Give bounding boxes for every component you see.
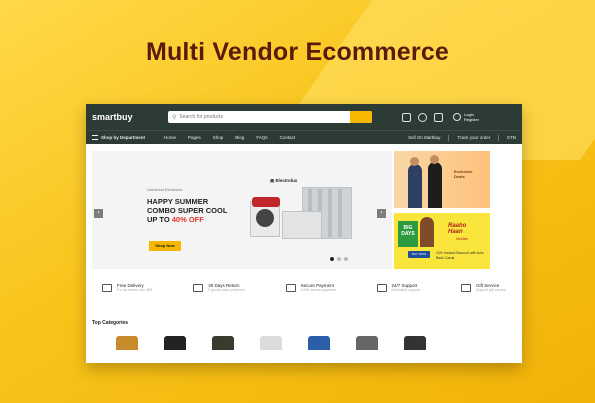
nav-divider [498, 134, 500, 141]
services-row: Free Delivery For all orders over $99 30 … [86, 283, 522, 292]
banner-brand-line2: Haan [448, 229, 463, 235]
category-thumb[interactable] [308, 336, 330, 350]
hero-discount: 40% OFF [171, 215, 204, 224]
service-free-delivery: Free Delivery For all orders over $99 [102, 283, 152, 292]
side-banner-top[interactable]: Exclusive Deals [394, 151, 490, 208]
store-topbar: smartbuy ⚲ Login Register [86, 104, 522, 130]
department-label: Shop by Department [101, 135, 146, 140]
page-headline: Multi Vendor Ecommerce [145, 38, 450, 66]
side-banner-bottom[interactable]: BIG DAYS Raaho Haan Mobiles BUY NOW 10% … [394, 213, 490, 269]
compare-icon[interactable] [402, 112, 411, 122]
model-figure [428, 162, 442, 208]
side-banner-top-text: Exclusive Deals [454, 169, 473, 179]
service-gift: Gift Service Support gift service [460, 283, 506, 292]
hero-section: ‹ › Universal Electronic HAPPY SUMMER CO… [86, 151, 522, 269]
banner-sub: Mobiles [456, 237, 469, 241]
store-screenshot: smartbuy ⚲ Login Register Shop by Depart… [86, 104, 522, 363]
category-thumb[interactable] [164, 336, 186, 350]
topbar-icons: Login Register [402, 112, 479, 122]
service-secure-payment: Secure Payment 100% secure payment [285, 283, 336, 292]
service-sub: If goods have problems [208, 288, 245, 292]
heater-fin [338, 189, 342, 237]
category-thumb[interactable] [116, 336, 138, 350]
service-sub: 100% secure payment [300, 288, 336, 292]
fan-heater-top [252, 197, 280, 207]
hero-title-line1: HAPPY SUMMER [147, 197, 209, 206]
brand-tag: ▣ Electrolux [270, 178, 297, 184]
search-input[interactable] [179, 112, 340, 122]
nav-faqs[interactable]: FAQs [256, 135, 267, 140]
category-thumb[interactable] [212, 336, 234, 350]
account-link[interactable]: Login Register [453, 112, 479, 122]
category-strip [116, 336, 522, 350]
register-label: Register [464, 117, 479, 122]
heater-fin [328, 189, 332, 237]
slider-dots [330, 257, 348, 261]
hero-kicker: Universal Electronic [147, 187, 183, 192]
nav-home[interactable]: Home [164, 135, 176, 140]
fan-heater-grill [256, 209, 274, 227]
model-head [430, 155, 439, 164]
category-thumb[interactable] [356, 336, 378, 350]
gift-icon [460, 283, 471, 292]
support-icon [376, 283, 387, 292]
store-navbar: Shop by Department Home Pages Shop Blog … [86, 130, 522, 144]
model-figure [420, 217, 434, 247]
banner-offer: 10% Instant Discount with Axis Bank Card… [436, 251, 484, 260]
wishlist-icon[interactable] [418, 112, 427, 122]
category-thumb[interactable] [260, 336, 282, 350]
slider-next-arrow[interactable]: › [377, 209, 386, 218]
currency-select[interactable]: ETB [507, 135, 516, 140]
brand-name: Electrolux [275, 178, 298, 183]
search-button[interactable] [350, 111, 372, 123]
service-sub: For all orders over $99 [117, 288, 153, 292]
big-days-logo: BIG DAYS [398, 221, 418, 247]
credit-card-icon [285, 283, 296, 292]
hero-slider: ‹ › Universal Electronic HAPPY SUMMER CO… [92, 151, 392, 269]
sell-link[interactable]: Sell On Martbuy [408, 135, 440, 140]
store-logo[interactable]: smartbuy [92, 112, 168, 122]
banner-brand: Raaho Haan [448, 223, 466, 235]
nav-shop[interactable]: Shop [213, 135, 224, 140]
model-figure [408, 164, 422, 208]
radiator-image [282, 211, 322, 239]
service-support: 24/7 Support Dedicated support [376, 283, 420, 292]
nav-links: Home Pages Shop Blog FAQs Contact [164, 135, 295, 140]
slider-prev-arrow[interactable]: ‹ [94, 209, 103, 218]
buy-now-pill[interactable]: BUY NOW [408, 251, 430, 258]
category-thumb[interactable] [404, 336, 426, 350]
service-sub: Support gift service [475, 288, 506, 292]
track-order-link[interactable]: Track your order [457, 135, 490, 140]
top-categories-title: Top Categories [92, 320, 129, 326]
slider-dot[interactable] [330, 257, 334, 261]
slider-dot[interactable] [344, 257, 348, 261]
account-text: Login Register [464, 112, 479, 122]
return-icon [193, 283, 204, 292]
user-icon [453, 113, 461, 121]
slider-dot[interactable] [337, 257, 341, 261]
shop-now-button[interactable]: Shop Now [149, 241, 181, 251]
service-sub: Dedicated support [391, 288, 420, 292]
search-bar[interactable]: ⚲ [168, 111, 372, 123]
electrolux-logo-icon: ▣ [270, 178, 275, 183]
model-head [410, 157, 419, 166]
nav-pages[interactable]: Pages [188, 135, 201, 140]
shop-by-department[interactable]: Shop by Department [92, 135, 164, 140]
hero-prefix: UP TO [147, 215, 172, 224]
nav-contact[interactable]: Contact [280, 135, 296, 140]
nav-divider [448, 134, 450, 141]
hero-title-line2: COMBO SUPER COOL [147, 206, 228, 215]
nav-right: Sell On Martbuy Track your order ETB [408, 134, 516, 141]
hero-title-line3: UP TO 40% OFF [147, 215, 204, 224]
menu-icon [92, 135, 98, 140]
cart-icon[interactable] [434, 112, 443, 122]
service-return: 30 Days Return If goods have problems [193, 283, 245, 292]
nav-blog[interactable]: Blog [235, 135, 244, 140]
search-icon: ⚲ [172, 114, 177, 121]
truck-icon [102, 283, 112, 292]
